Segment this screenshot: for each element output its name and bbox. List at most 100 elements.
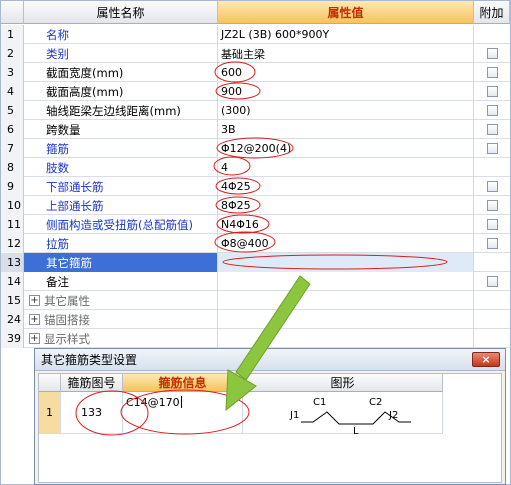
row-number[interactable]: 7 <box>1 139 24 158</box>
row-number[interactable]: 13 <box>1 253 24 272</box>
property-group-row[interactable]: 39 + 显示样式 <box>1 329 510 348</box>
property-value[interactable]: 900 <box>218 82 474 101</box>
property-row[interactable]: 9 下部通长筋 4Φ25 <box>1 177 510 196</box>
property-row[interactable]: 4 截面高度(mm) 900 <box>1 82 510 101</box>
property-value[interactable]: 4 <box>218 158 474 177</box>
row-number[interactable]: 8 <box>1 158 24 177</box>
property-row[interactable]: 10 上部通长筋 8Φ25 <box>1 196 510 215</box>
property-value[interactable]: 4Φ25 <box>218 177 474 196</box>
add-cell <box>474 101 510 120</box>
add-checkbox[interactable] <box>486 143 498 154</box>
group-name[interactable]: + 显示样式 <box>24 329 218 348</box>
property-row[interactable]: 1 名称 JZ2L (3B) 600*900Y <box>1 25 510 44</box>
property-row[interactable]: 8 肢数 4 <box>1 158 510 177</box>
property-name[interactable]: 箍筋 <box>24 139 218 158</box>
property-name[interactable]: 拉筋 <box>24 234 218 253</box>
group-name[interactable]: + 其它属性 <box>24 291 218 310</box>
row-number[interactable]: 14 <box>1 272 24 291</box>
property-row[interactable]: 3 截面宽度(mm) 600 <box>1 63 510 82</box>
add-checkbox[interactable] <box>486 86 498 97</box>
property-value[interactable]: Φ12@200(4) <box>218 139 474 158</box>
property-row[interactable]: 11 侧面构造或受扭筋(总配筋值) N4Φ16 <box>1 215 510 234</box>
property-value[interactable]: JZ2L (3B) 600*900Y <box>218 25 474 44</box>
property-group-row[interactable]: 24 + 锚固搭接 <box>1 310 510 329</box>
row-number[interactable]: 10 <box>1 196 24 215</box>
header-stirrup-info[interactable]: 箍筋信息 <box>123 374 243 392</box>
header-property-name[interactable]: 属性名称 <box>24 1 218 24</box>
add-cell <box>474 158 510 177</box>
property-name[interactable]: 截面高度(mm) <box>24 82 218 101</box>
property-name[interactable]: 下部通长筋 <box>24 177 218 196</box>
row-number[interactable]: 2 <box>1 44 24 63</box>
stirrup-table: 箍筋图号 箍筋信息 图形 1 133 C14@170 C1 C2 J1 J2 L <box>38 373 502 483</box>
row-number[interactable]: 4 <box>1 82 24 101</box>
property-name[interactable]: 名称 <box>24 25 218 44</box>
stirrup-shape-diagram: C1 C2 J1 J2 L <box>289 397 411 434</box>
property-row[interactable]: 13 其它箍筋 <box>1 253 510 272</box>
property-name[interactable]: 其它箍筋 <box>24 253 218 272</box>
property-value[interactable]: N4Φ16 <box>218 215 474 234</box>
figure-no-cell[interactable]: 133 <box>61 392 123 434</box>
property-name[interactable]: 跨数量 <box>24 120 218 139</box>
row-number[interactable]: 6 <box>1 120 24 139</box>
row-number[interactable]: 9 <box>1 177 24 196</box>
group-label: 显示样式 <box>44 331 90 346</box>
row-number[interactable]: 24 <box>1 310 24 329</box>
add-cell <box>474 177 510 196</box>
property-name[interactable]: 肢数 <box>24 158 218 177</box>
stirrup-info-input[interactable]: C14@170 <box>123 392 243 434</box>
dialog-row-number[interactable]: 1 <box>39 392 61 434</box>
property-name[interactable]: 截面宽度(mm) <box>24 63 218 82</box>
add-checkbox[interactable] <box>486 67 498 78</box>
add-checkbox[interactable] <box>486 238 498 249</box>
row-number[interactable]: 39 <box>1 329 24 348</box>
add-checkbox[interactable] <box>486 219 498 230</box>
expand-plus-icon[interactable]: + <box>29 333 40 344</box>
property-row[interactable]: 5 轴线距梁左边线距离(mm) (300) <box>1 101 510 120</box>
header-add[interactable]: 附加 <box>474 1 510 24</box>
header-property-value[interactable]: 属性值 <box>218 1 474 24</box>
close-button[interactable]: × <box>472 352 500 367</box>
expand-plus-icon[interactable]: + <box>29 295 40 306</box>
shape-cell[interactable]: C1 C2 J1 J2 L <box>243 392 443 434</box>
property-name[interactable]: 备注 <box>24 272 218 291</box>
property-value[interactable]: 3B <box>218 120 474 139</box>
property-name[interactable]: 侧面构造或受扭筋(总配筋值) <box>24 215 218 234</box>
property-group-row[interactable]: 15 + 其它属性 <box>1 291 510 310</box>
property-value[interactable]: 8Φ25 <box>218 196 474 215</box>
property-value[interactable]: 600 <box>218 63 474 82</box>
property-name[interactable]: 类别 <box>24 44 218 63</box>
header-shape[interactable]: 图形 <box>243 374 443 392</box>
row-number[interactable]: 11 <box>1 215 24 234</box>
dialog-title-bar[interactable]: 其它箍筋类型设置 × <box>35 349 505 371</box>
add-cell <box>474 329 510 348</box>
row-number[interactable]: 15 <box>1 291 24 310</box>
property-row[interactable]: 6 跨数量 3B <box>1 120 510 139</box>
property-row[interactable]: 2 类别 基础主梁 <box>1 44 510 63</box>
add-checkbox[interactable] <box>486 48 498 59</box>
property-value[interactable]: Φ8@400 <box>218 234 474 253</box>
add-checkbox[interactable] <box>486 276 498 287</box>
property-name[interactable]: 上部通长筋 <box>24 196 218 215</box>
row-number[interactable]: 5 <box>1 101 24 120</box>
group-name[interactable]: + 锚固搭接 <box>24 310 218 329</box>
row-number[interactable]: 3 <box>1 63 24 82</box>
row-number[interactable]: 12 <box>1 234 24 253</box>
row-number[interactable]: 1 <box>1 25 24 44</box>
property-value[interactable] <box>218 272 474 291</box>
add-cell <box>474 82 510 101</box>
property-row[interactable]: 7 箍筋 Φ12@200(4) <box>1 139 510 158</box>
expand-plus-icon[interactable]: + <box>29 314 40 325</box>
property-row[interactable]: 14 备注 <box>1 272 510 291</box>
close-icon: × <box>481 353 491 366</box>
property-value[interactable]: 基础主梁 <box>218 44 474 63</box>
add-checkbox[interactable] <box>486 105 498 116</box>
add-checkbox[interactable] <box>486 200 498 211</box>
property-value[interactable] <box>218 253 474 272</box>
header-figure-no[interactable]: 箍筋图号 <box>61 374 123 392</box>
property-value[interactable]: (300) <box>218 101 474 120</box>
add-checkbox[interactable] <box>486 124 498 135</box>
property-row[interactable]: 12 拉筋 Φ8@400 <box>1 234 510 253</box>
add-checkbox[interactable] <box>486 181 498 192</box>
property-name[interactable]: 轴线距梁左边线距离(mm) <box>24 101 218 120</box>
